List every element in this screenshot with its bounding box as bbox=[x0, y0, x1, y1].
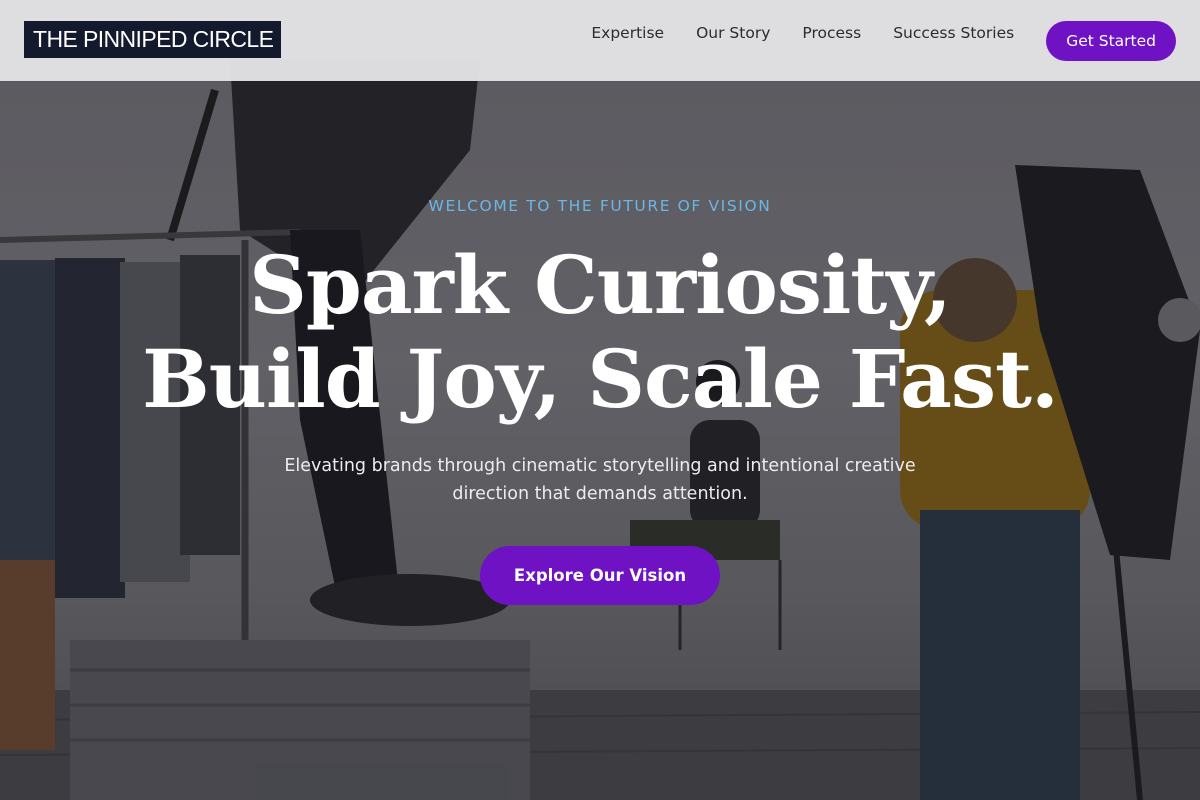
hero-eyebrow: WELCOME TO THE FUTURE OF VISION bbox=[428, 197, 772, 215]
explore-our-vision-button[interactable]: Explore Our Vision bbox=[480, 546, 720, 605]
hero-headline-line-1: Spark Curiosity, bbox=[249, 238, 952, 332]
hero-headline-line-2: Build Joy, Scale Fast. bbox=[142, 332, 1059, 426]
hero-section: WELCOME TO THE FUTURE OF VISION Spark Cu… bbox=[0, 0, 1200, 800]
hero-subtext: Elevating brands through cinematic story… bbox=[284, 456, 916, 504]
hero-headline: Spark Curiosity, Build Joy, Scale Fast. bbox=[0, 238, 1200, 426]
